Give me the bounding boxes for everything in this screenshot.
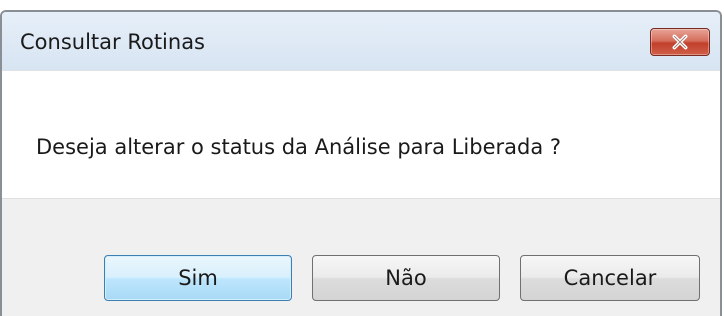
window-title: Consultar Rotinas	[20, 30, 206, 54]
no-button[interactable]: Não	[312, 255, 500, 301]
cancel-button[interactable]: Cancelar	[520, 255, 700, 301]
title-bar[interactable]: Consultar Rotinas	[2, 12, 720, 70]
message-text: Deseja alterar o status da Análise para …	[36, 135, 562, 159]
message-area: Deseja alterar o status da Análise para …	[2, 70, 720, 199]
close-icon	[672, 34, 688, 50]
dialog-window: Consultar Rotinas Deseja alterar o statu…	[0, 10, 722, 316]
dialog-body: Deseja alterar o status da Análise para …	[2, 70, 720, 316]
button-panel: Sim Não Cancelar	[2, 198, 720, 316]
yes-button[interactable]: Sim	[104, 255, 292, 301]
close-button[interactable]	[650, 28, 710, 56]
